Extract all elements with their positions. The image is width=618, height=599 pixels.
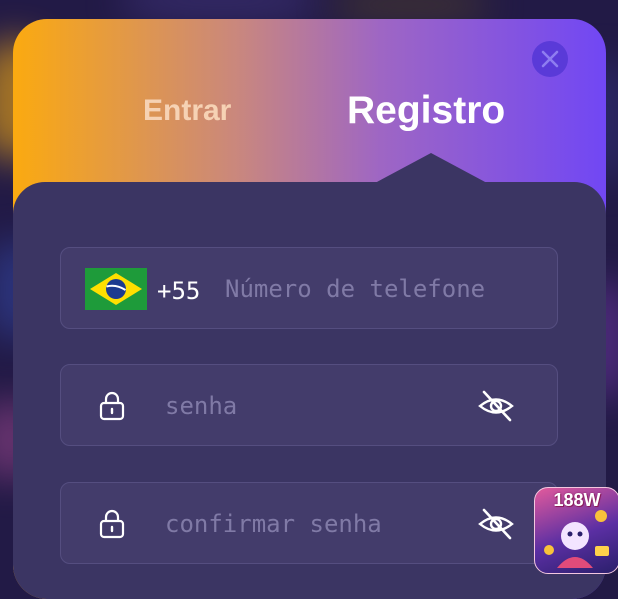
tab-login[interactable]: Entrar bbox=[143, 94, 231, 128]
phone-number-input[interactable] bbox=[223, 270, 547, 308]
brand-mascot-illustration bbox=[544, 510, 609, 568]
password-field bbox=[60, 364, 558, 446]
active-tab-indicator bbox=[375, 153, 487, 183]
close-button[interactable] bbox=[532, 41, 568, 77]
register-modal: Entrar Registro +55 bbox=[13, 19, 606, 599]
phone-field: +55 bbox=[60, 247, 558, 329]
lock-icon bbox=[99, 509, 125, 539]
form-panel: +55 bbox=[13, 182, 606, 599]
confirm-password-field bbox=[60, 482, 558, 564]
eye-off-icon[interactable] bbox=[477, 507, 515, 541]
brazil-flag-icon[interactable] bbox=[85, 268, 147, 310]
brand-app-badge[interactable]: 188W bbox=[534, 487, 618, 574]
close-icon bbox=[541, 50, 559, 68]
lock-icon bbox=[99, 391, 125, 421]
eye-off-icon[interactable] bbox=[477, 389, 515, 423]
password-input[interactable] bbox=[163, 387, 467, 425]
tab-register[interactable]: Registro bbox=[347, 89, 505, 133]
confirm-password-input[interactable] bbox=[163, 505, 467, 543]
country-dial-code[interactable]: +55 bbox=[157, 277, 200, 305]
